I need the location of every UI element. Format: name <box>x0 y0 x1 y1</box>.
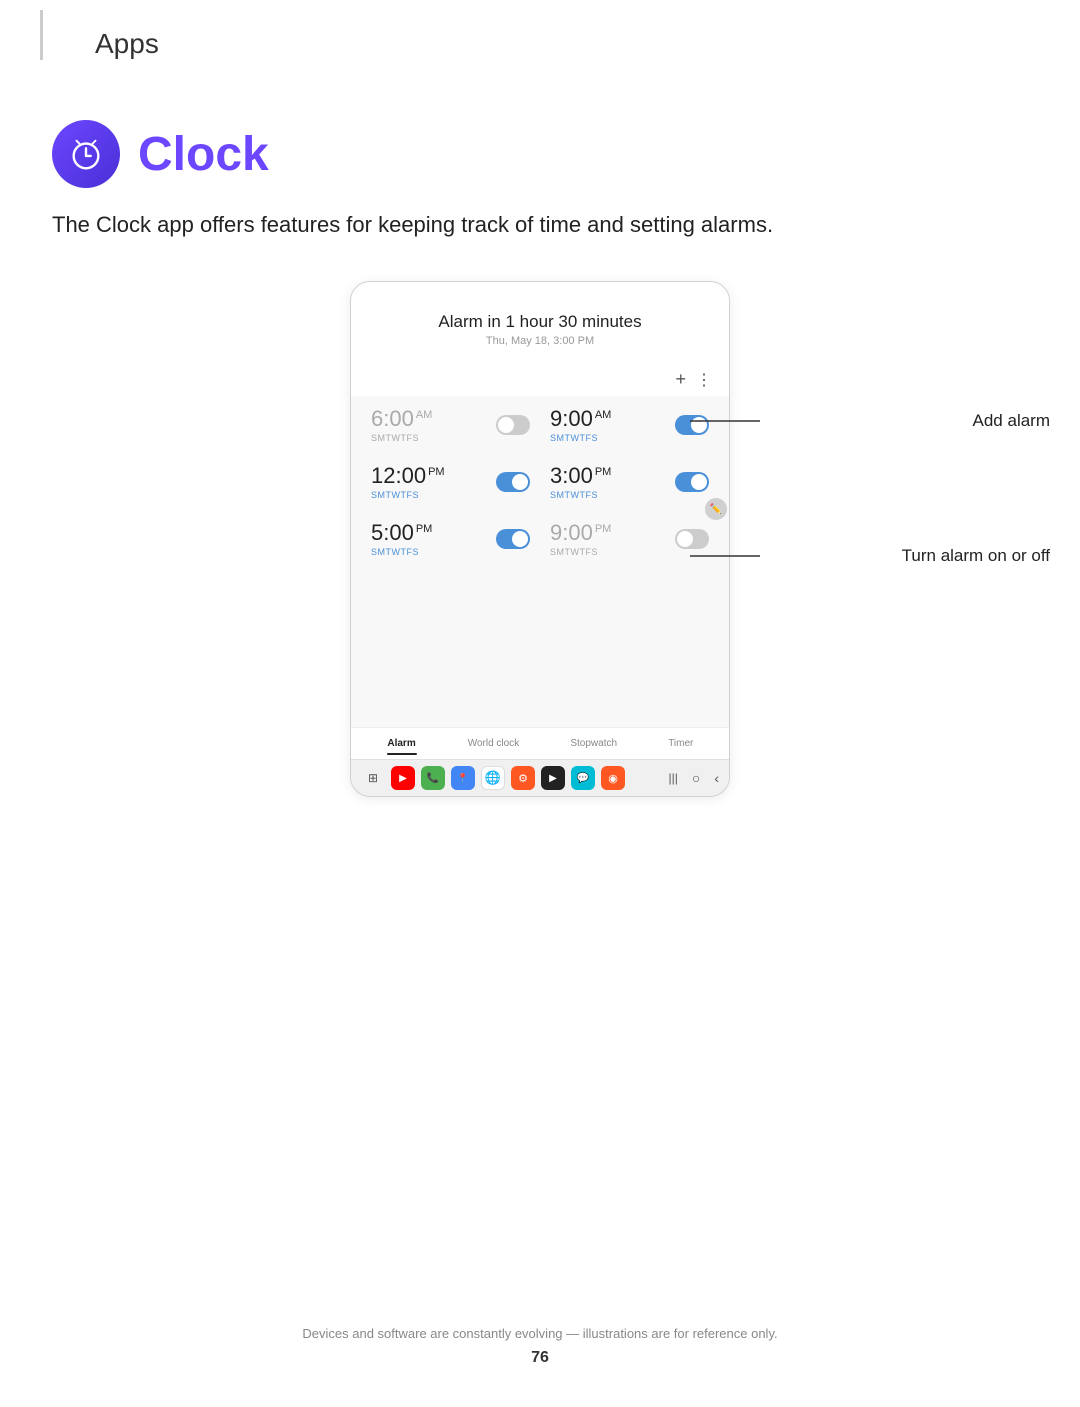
dock-grid-icon[interactable]: ⊞ <box>361 766 385 790</box>
system-nav: ||| ○ ‹ <box>669 770 720 786</box>
alarm-toggle-5[interactable] <box>496 529 530 549</box>
footer-page-number: 76 <box>0 1349 1080 1367</box>
bottom-nav-tabs: Alarm World clock Stopwatch Timer <box>351 727 729 759</box>
alarm-cell-6: 9:00PM SMTWTFS <box>540 510 719 567</box>
dock-youtube-icon[interactable]: ▶ <box>391 766 415 790</box>
dock-settings-icon[interactable]: ⚙ <box>511 766 535 790</box>
alarm-time-5: 5:00PM <box>371 520 496 546</box>
dock-samsung-icon[interactable]: ◉ <box>601 766 625 790</box>
alarm-period-6: PM <box>595 523 612 535</box>
dock-messages-icon[interactable]: 💬 <box>571 766 595 790</box>
alarm-toggle-1[interactable] <box>496 415 530 435</box>
breadcrumb-bar: Apps <box>40 10 1080 60</box>
clock-section: Clock The Clock app offers features for … <box>52 120 1028 241</box>
tab-stopwatch[interactable]: Stopwatch <box>570 738 617 755</box>
alarm-period-4: PM <box>595 466 612 478</box>
spacer <box>351 567 729 647</box>
alarm-toggle-6[interactable] <box>675 529 709 549</box>
alarm-period-5: PM <box>416 523 433 535</box>
alarm-days-5: SMTWTFS <box>371 547 496 557</box>
alarm-cell-3: 12:00PM SMTWTFS <box>361 453 540 510</box>
alarm-days-1: SMTWTFS <box>371 433 496 443</box>
top-action-bar: + ⋮ <box>351 363 729 396</box>
add-alarm-icon[interactable]: + <box>675 369 686 390</box>
toggle-knob-6 <box>677 531 693 547</box>
tab-world-clock-label: World clock <box>468 738 520 749</box>
clock-heading: Clock <box>52 120 1028 188</box>
breadcrumb-label: Apps <box>95 28 159 59</box>
alarm-date-subtitle: Thu, May 18, 3:00 PM <box>371 335 709 347</box>
toggle-knob-5 <box>512 531 528 547</box>
system-home-icon[interactable]: ○ <box>692 770 700 786</box>
toggle-knob-1 <box>498 417 514 433</box>
tab-world-clock[interactable]: World clock <box>468 738 520 755</box>
alarm-time-block-4: 3:00PM SMTWTFS <box>550 463 675 500</box>
tab-stopwatch-label: Stopwatch <box>570 738 617 749</box>
tab-timer[interactable]: Timer <box>668 738 693 755</box>
alarm-cell-1: 6:00AM SMTWTFS <box>361 396 540 453</box>
tab-alarm-label: Alarm <box>387 738 415 749</box>
alarm-period-2: AM <box>595 409 612 421</box>
alarm-time-block-6: 9:00PM SMTWTFS <box>550 520 675 557</box>
tab-timer-label: Timer <box>668 738 693 749</box>
tab-alarm-underline <box>387 753 417 755</box>
alarm-toggle-2[interactable] <box>675 415 709 435</box>
alarm-time-1: 6:00AM <box>371 406 496 432</box>
clock-app-icon <box>52 120 120 188</box>
alarm-cell-2: 9:00AM SMTWTFS <box>540 396 719 453</box>
alarm-period-3: PM <box>428 466 445 478</box>
footer: Devices and software are constantly evol… <box>0 1326 1080 1367</box>
alarm-grid: 6:00AM SMTWTFS 9:00AM SMTWTFS <box>351 396 729 567</box>
turn-alarm-callout-label: Turn alarm on or off <box>902 546 1050 566</box>
alarm-time-block-2: 9:00AM SMTWTFS <box>550 406 675 443</box>
dock-phone-icon[interactable]: 📞 <box>421 766 445 790</box>
page-title: Clock <box>138 127 269 182</box>
add-alarm-callout-label: Add alarm <box>973 411 1050 431</box>
app-dock: ⊞ ▶ 📞 📍 🌐 ⚙ ▶ 💬 ◉ ||| ○ ‹ <box>351 759 729 796</box>
alarm-time-2: 9:00AM <box>550 406 675 432</box>
more-options-icon[interactable]: ⋮ <box>696 370 713 390</box>
toggle-knob-3 <box>512 474 528 490</box>
device-mockup-wrapper: Alarm in 1 hour 30 minutes Thu, May 18, … <box>0 281 1080 797</box>
pencil-icon: ✏️ <box>710 504 722 515</box>
alarm-days-4: SMTWTFS <box>550 490 675 500</box>
dock-chrome-icon[interactable]: 🌐 <box>481 766 505 790</box>
system-menu-icon[interactable]: ||| <box>669 771 678 785</box>
alarm-toggle-4[interactable] <box>675 472 709 492</box>
edit-alarm-button[interactable]: ✏️ <box>705 498 727 520</box>
system-back-icon[interactable]: ‹ <box>714 770 719 786</box>
alarm-time-block-5: 5:00PM SMTWTFS <box>371 520 496 557</box>
alarm-time-4: 3:00PM <box>550 463 675 489</box>
device-mockup: Alarm in 1 hour 30 minutes Thu, May 18, … <box>350 281 730 797</box>
alarm-cell-4: 3:00PM SMTWTFS ✏️ <box>540 453 719 510</box>
footer-note: Devices and software are constantly evol… <box>0 1326 1080 1341</box>
alarm-cell-5: 5:00PM SMTWTFS <box>361 510 540 567</box>
dock-maps-icon[interactable]: 📍 <box>451 766 475 790</box>
alarm-header: Alarm in 1 hour 30 minutes Thu, May 18, … <box>351 282 729 363</box>
dock-youtube2-icon[interactable]: ▶ <box>541 766 565 790</box>
top-icons-group: + ⋮ <box>675 369 713 390</box>
alarm-time-3: 12:00PM <box>371 463 496 489</box>
alarm-time-6: 9:00PM <box>550 520 675 546</box>
alarm-toggle-3[interactable] <box>496 472 530 492</box>
clock-description: The Clock app offers features for keepin… <box>52 208 1028 241</box>
alarm-time-block-3: 12:00PM SMTWTFS <box>371 463 496 500</box>
toggle-knob-2 <box>691 417 707 433</box>
alarm-countdown-title: Alarm in 1 hour 30 minutes <box>371 312 709 332</box>
alarm-period-1: AM <box>416 409 433 421</box>
alarm-time-block-1: 6:00AM SMTWTFS <box>371 406 496 443</box>
clock-svg-icon <box>67 135 105 173</box>
tab-alarm[interactable]: Alarm <box>387 738 417 755</box>
alarm-days-6: SMTWTFS <box>550 547 675 557</box>
alarm-days-3: SMTWTFS <box>371 490 496 500</box>
alarm-days-2: SMTWTFS <box>550 433 675 443</box>
toggle-knob-4 <box>691 474 707 490</box>
